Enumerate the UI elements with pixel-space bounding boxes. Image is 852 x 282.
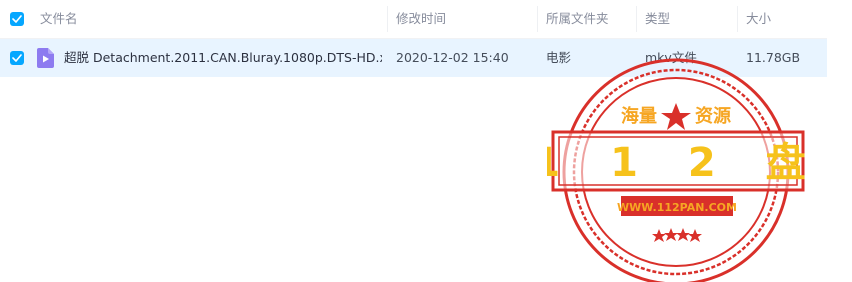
select-all-checkbox[interactable] [10, 12, 24, 26]
row-select-checkbox[interactable] [10, 51, 24, 65]
file-list: 文件名 修改时间 所属文件夹 类型 大小 超脱 Detachment.2011.… [0, 0, 827, 77]
star-icon [688, 229, 702, 242]
file-size: 11.78GB [746, 50, 801, 65]
column-divider[interactable] [636, 6, 637, 32]
column-header-modified[interactable]: 修改时间 [396, 0, 536, 38]
bottom-stars [652, 228, 702, 242]
watermark-seal: 海量 资源 1 1 2 盘 WWW.112PAN.COM [547, 58, 807, 282]
star-icon [652, 229, 666, 242]
file-modified-time: 2020-12-02 15:40 [396, 50, 509, 65]
file-folder[interactable]: 电影 [546, 39, 636, 77]
column-divider[interactable] [737, 6, 738, 32]
file-list-header: 文件名 修改时间 所属文件夹 类型 大小 [0, 0, 827, 39]
column-header-size[interactable]: 大小 [746, 0, 826, 38]
seal-url-text: WWW.112PAN.COM [617, 201, 737, 214]
column-divider[interactable] [387, 6, 388, 32]
column-header-folder[interactable]: 所属文件夹 [546, 0, 636, 38]
check-icon [12, 54, 22, 62]
video-file-icon [37, 48, 54, 68]
column-divider[interactable] [537, 6, 538, 32]
column-header-type[interactable]: 类型 [645, 0, 735, 38]
seal-main-text: 1 1 2 盘 [547, 140, 807, 186]
seal-top-text-right: 资源 [695, 105, 731, 127]
seal-top-text-left: 海量 [621, 105, 657, 127]
file-name[interactable]: 超脱 Detachment.2011.CAN.Bluray.1080p.DTS-… [64, 39, 382, 77]
check-icon [12, 15, 22, 23]
file-type: mkv文件 [645, 50, 697, 65]
column-header-name[interactable]: 文件名 [40, 0, 385, 38]
star-icon [676, 228, 690, 241]
file-row[interactable]: 超脱 Detachment.2011.CAN.Bluray.1080p.DTS-… [0, 39, 827, 77]
star-icon [661, 103, 691, 130]
star-icon [664, 228, 678, 241]
